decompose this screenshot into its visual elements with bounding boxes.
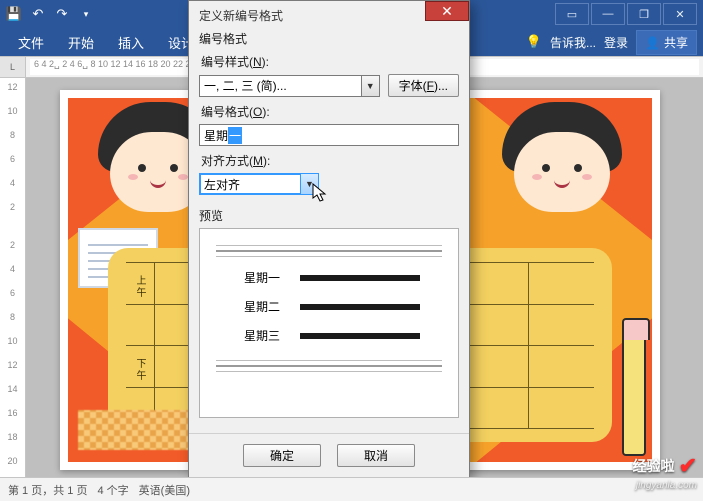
vruler-tick: 2 — [10, 202, 15, 212]
alignment-value: 左对齐 — [204, 176, 240, 193]
tab-home[interactable]: 开始 — [56, 29, 106, 56]
vruler-tick: 14 — [7, 384, 17, 394]
ruler-corner[interactable]: L — [0, 57, 26, 77]
font-button[interactable]: 字体(F)... — [388, 74, 459, 97]
vruler-tick: 8 — [10, 130, 15, 140]
preview-item-label: 星期三 — [244, 327, 290, 344]
qat-customize-icon[interactable]: ▾ — [78, 6, 94, 22]
watermark-brand: 经验啦 — [633, 456, 675, 476]
status-language[interactable]: 英语(美国) — [139, 482, 190, 498]
label-number-style: 编号样式(N): — [201, 53, 459, 70]
ribbon-options-button[interactable]: ▭ — [555, 3, 589, 25]
preview-item: 星期一 — [244, 269, 442, 286]
chevron-down-icon[interactable]: ▼ — [300, 174, 318, 194]
cartoon-face-right — [502, 102, 622, 222]
vruler-tick: 2 — [10, 240, 15, 250]
vertical-ruler[interactable]: 12 10 8 6 4 2 2 4 6 8 10 12 14 16 18 20 … — [0, 78, 26, 477]
label-alignment: 对齐方式(M): — [201, 152, 459, 169]
checkmark-icon: ✔ — [679, 453, 697, 479]
dialog-close-button[interactable]: ✕ — [425, 1, 469, 21]
dialog-title: 定义新编号格式 — [199, 7, 459, 24]
number-style-value: 一, 二, 三 (简)... — [204, 77, 287, 94]
vruler-tick: 6 — [10, 154, 15, 164]
number-style-combobox[interactable]: 一, 二, 三 (简)... ▼ — [199, 75, 380, 97]
close-window-button[interactable]: ✕ — [663, 3, 697, 25]
board-label-pm: 下午 — [132, 358, 147, 382]
vruler-tick: 20 — [7, 456, 17, 466]
lightbulb-icon: 💡 — [526, 34, 542, 50]
ok-button[interactable]: 确定 — [243, 444, 321, 467]
undo-icon[interactable]: ↶ — [30, 6, 46, 22]
group-number-format: 编号格式 — [199, 30, 459, 47]
label-number-format: 编号格式(O): — [201, 103, 459, 120]
vruler-tick: 6 — [10, 288, 15, 298]
preview-item: 星期三 — [244, 327, 442, 344]
vruler-tick: 12 — [7, 360, 17, 370]
restore-button[interactable]: ❐ — [627, 3, 661, 25]
vruler-tick: 18 — [7, 432, 17, 442]
quick-access-toolbar: 💾 ↶ ↷ ▾ — [6, 6, 94, 22]
vruler-tick: 12 — [7, 82, 17, 92]
preview-item: 星期二 — [244, 298, 442, 315]
pencil-icon — [622, 336, 646, 456]
tab-insert[interactable]: 插入 — [106, 29, 156, 56]
chevron-down-icon[interactable]: ▼ — [361, 76, 379, 96]
group-preview: 预览 — [199, 207, 459, 224]
save-icon[interactable]: 💾 — [6, 6, 22, 22]
vruler-tick: 8 — [10, 312, 15, 322]
preview-item-label: 星期一 — [244, 269, 290, 286]
sign-in-link[interactable]: 登录 — [604, 34, 628, 51]
vruler-tick: 4 — [10, 264, 15, 274]
watermark-url: jingyanla.com — [636, 480, 697, 491]
minimize-button[interactable]: — — [591, 3, 625, 25]
vruler-tick: 10 — [7, 106, 17, 116]
number-format-textbox[interactable]: 星期一 — [199, 124, 459, 146]
tab-file[interactable]: 文件 — [6, 29, 56, 56]
redo-icon[interactable]: ↷ — [54, 6, 70, 22]
board-label-am: 上午 — [132, 275, 147, 299]
share-label: 共享 — [664, 36, 688, 50]
preview-box: 星期一 星期二 星期三 — [199, 228, 459, 418]
vruler-tick: 16 — [7, 408, 17, 418]
status-word-count[interactable]: 4 个字 — [97, 482, 128, 498]
preview-item-label: 星期二 — [244, 298, 290, 315]
vruler-tick: 4 — [10, 178, 15, 188]
define-number-format-dialog: ✕ 定义新编号格式 编号格式 编号样式(N): 一, 二, 三 (简)... ▼… — [188, 0, 470, 480]
share-button[interactable]: 👤 共享 — [636, 30, 697, 55]
alignment-combobox[interactable]: 左对齐 ▼ — [199, 173, 319, 195]
tell-me-search[interactable]: 告诉我... — [550, 34, 596, 51]
numfmt-selected: 一 — [228, 127, 242, 144]
share-icon: 👤 — [645, 36, 660, 50]
watermark: 经验啦 ✔ jingyanla.com — [633, 453, 697, 479]
status-page[interactable]: 第 1 页，共 1 页 — [8, 482, 87, 498]
numfmt-prefix: 星期 — [204, 127, 228, 144]
window-controls: ▭ — ❐ ✕ — [555, 3, 697, 25]
status-bar: 第 1 页，共 1 页 4 个字 英语(美国) — [0, 477, 703, 501]
vruler-tick: 10 — [7, 336, 17, 346]
dialog-buttons: 确定 取消 — [189, 433, 469, 479]
cancel-button[interactable]: 取消 — [337, 444, 415, 467]
